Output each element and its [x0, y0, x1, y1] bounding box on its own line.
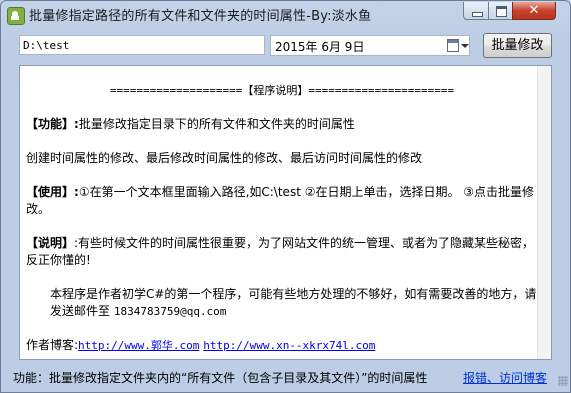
maximize-icon [496, 6, 507, 17]
function-text: 批量修改指定目录下的所有文件和文件夹的时间属性 [78, 117, 355, 131]
date-picker[interactable]: 2015年 6月 9日 [270, 35, 470, 56]
author-email: 1834783759@qq.com [113, 305, 227, 318]
usage-text: ①在第一个文本框里面输入路径,如C:\test ②在日期上单击，选择日期。 ③点… [26, 185, 535, 216]
usage-label: 【使用】: [26, 185, 79, 199]
blog-line: 作者博客:http://www.郭华.com http://www.xn--xk… [26, 337, 538, 354]
date-value: 2015年 6月 9日 [275, 40, 365, 54]
function-line: 【功能】:批量修改指定目录下的所有文件和文件夹的时间属性 [26, 116, 538, 133]
close-icon: ✕ [528, 3, 540, 18]
resize-grip-icon[interactable] [558, 376, 568, 386]
app-window: 批量修指定路径的所有文件和文件夹的时间属性-By:淡水鱼 ✕ 2015年 6月 … [0, 0, 571, 393]
status-text: 功能：批量修改指定文件夹内的“所有文件（包含子目录及其文件）”的时间属性 [13, 371, 428, 385]
note-line: 【说明】:有些时候文件的时间属性很重要，为了网站文件的统一管理、或者为了隐藏某些… [26, 235, 538, 269]
title-bar[interactable]: 批量修指定路径的所有文件和文件夹的时间属性-By:淡水鱼 ✕ [1, 1, 570, 29]
status-bar: 功能：批量修改指定文件夹内的“所有文件（包含子目录及其文件）”的时间属性 报错、… [1, 366, 570, 388]
report-visit-blog-link[interactable]: 报错、访问博客 [463, 369, 547, 386]
chevron-down-icon[interactable] [461, 44, 469, 48]
function-label: 【功能】: [26, 117, 79, 131]
path-input[interactable] [19, 35, 265, 55]
close-button[interactable]: ✕ [512, 2, 556, 20]
calendar-icon[interactable] [447, 39, 459, 52]
blog-link-2[interactable]: http://www.xn--xkrx74l.com [203, 339, 375, 352]
note-label: 【说明】 [26, 236, 75, 250]
note-text: :有些时候文件的时间属性很重要，为了网站文件的统一管理、或者为了隐藏某些秘密，反… [26, 236, 535, 267]
description-heading: ====================【程序说明】==============… [109, 84, 455, 97]
minimize-button[interactable] [463, 2, 489, 20]
blog-label: 作者博客: [26, 338, 79, 352]
blog-link-1[interactable]: http://www.郭华.com [78, 339, 199, 352]
usage-line: 【使用】:①在第一个文本框里面输入路径,如C:\test ②在日期上单击，选择日… [26, 184, 538, 218]
maximize-button[interactable] [488, 2, 513, 20]
attributes-line: 创建时间属性的修改、最后修改时间属性的修改、最后访问时间属性的修改 [26, 151, 423, 165]
android-app-icon [7, 7, 25, 25]
author-line: 本程序是作者初学C#的第一个程序，可能有些地方处理的不够好，如有需要改善的地方，… [26, 286, 538, 320]
description-textbox[interactable]: ====================【程序说明】==============… [19, 65, 552, 360]
description-text: ====================【程序说明】==============… [26, 82, 538, 354]
vertical-scrollbar[interactable] [537, 66, 551, 359]
minimize-icon [472, 12, 483, 17]
batch-modify-button[interactable]: 批量修改 [483, 33, 552, 58]
window-title: 批量修指定路径的所有文件和文件夹的时间属性-By:淡水鱼 [29, 9, 372, 24]
